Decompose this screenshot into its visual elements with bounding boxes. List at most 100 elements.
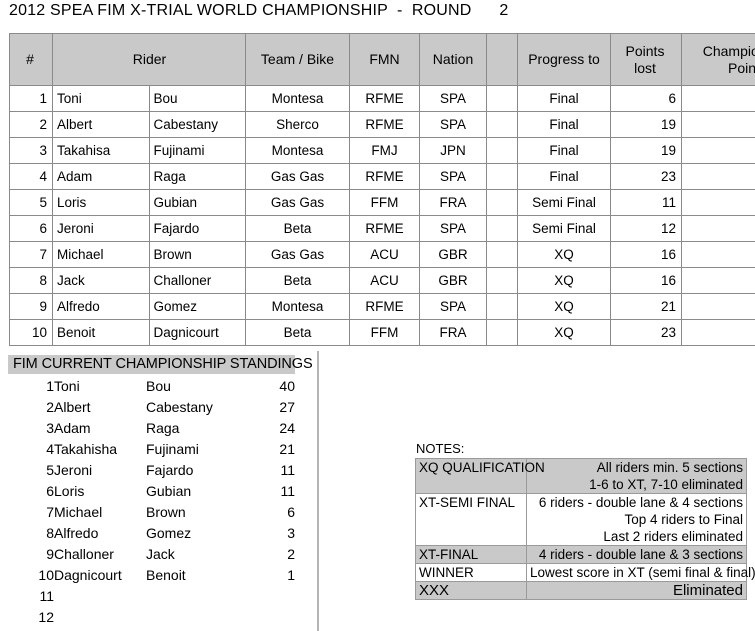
row-team-bike: Montesa [245,137,350,164]
row-blank [486,111,518,138]
notes-winner-line: Lowest score in XT (semi final & final) [526,563,755,582]
notes-xxx-label: XXX [415,581,527,600]
row-points-lost: 12 [610,215,682,242]
row-position: 8 [9,267,53,294]
row-position: 1 [9,85,53,112]
standings-table-body: 1 Toni Bou 40 2 Albert Cabestany 27 3 Adam Raga 24 4… [8,375,295,631]
vertical-divider [317,351,319,631]
row-points-lost: 19 [610,137,682,164]
standings-points [241,606,295,627]
row-points-lost: 23 [610,163,682,190]
list-item: 5 Jeroni Fajardo 11 [8,459,295,480]
row-progress-to: XQ [517,241,611,268]
row-team-bike: Montesa [245,293,350,320]
row-progress-to: XQ [517,267,611,294]
list-item: 13 [8,627,295,631]
standings-position: 11 [39,587,54,604]
standings-last-name: Fujinami [146,440,199,457]
standings-panel: FIM CURRENT CHAMPIONSHIP STANDINGS 1 Toni… [8,355,313,631]
standings-position: 13 [8,627,54,631]
notes-semi-spacer-2 [415,528,527,546]
row-last-name: Fajardo [148,215,246,242]
row-blank [486,163,518,190]
table-row: 5LorisGubianGas GasFFMFRA Semi Final116 [9,189,755,216]
list-item: 4 Takahisha Fujinami 21 [8,438,295,459]
results-table-container: # Rider Team / Bike FMN Nation Progress … [9,33,755,346]
standings-points: 11 [280,461,295,478]
list-item: 2 Albert Cabestany 27 [8,396,295,417]
row-championship-points: 3 [681,241,755,268]
notes-semi-line2: Top 4 riders to Final [526,511,747,528]
row-championship-points: 1 [681,293,755,320]
standings-first-name: Albert [54,398,91,415]
notes-xxx-line: Eliminated [526,581,747,600]
notes-semi-spacer-1 [415,511,527,528]
row-first-name: Albert [52,111,150,138]
header-blank [486,33,518,86]
row-position: 7 [9,241,53,268]
row-last-name: Fujinami [148,137,246,164]
row-championship-points: 1 [681,319,755,346]
list-item: 10 Dagnicourt Benoit 1 [8,564,295,585]
standings-last-name [146,627,241,631]
row-blank [486,189,518,216]
row-progress-to: Final [517,163,611,190]
row-points-lost: 21 [610,293,682,320]
table-row: 3TakahisaFujinamiMontesaFMJJPN Final1912 [9,137,755,164]
standings-header: FIM CURRENT CHAMPIONSHIP STANDINGS [8,355,313,374]
row-team-bike: Gas Gas [245,189,350,216]
standings-position: 5 [46,461,54,478]
row-nation: SPA [419,111,487,138]
standings-first-name [54,585,146,606]
table-row: 8JackChallonerBetaACUGBR XQ162 [9,267,755,294]
results-header-row: # Rider Team / Bike FMN Nation Progress … [9,33,755,86]
row-championship-points: 6 [681,189,755,216]
row-fmn: ACU [349,241,420,268]
standings-points: 24 [279,419,295,436]
row-championship-points: 20 [681,85,755,112]
notes-xq-line2: 1-6 to XT, 7-10 eliminated [526,476,747,494]
row-position: 3 [9,137,53,164]
list-item: 11 [8,585,295,606]
results-table: # Rider Team / Bike FMN Nation Progress … [9,33,755,346]
row-position: 2 [9,111,53,138]
row-position: 5 [9,189,53,216]
table-row: 9AlfredoGomezMontesaRFMESPA XQ211 [9,293,755,320]
notes-row-winner: WINNER Lowest score in XT (semi final & … [415,563,755,582]
standings-points: 21 [279,440,295,457]
standings-last-name: Gubian [146,482,192,499]
list-item: 3 Adam Raga 24 [8,417,295,438]
standings-first-name: Dagnicourt [54,566,122,583]
notes-row-xxx: XXX Eliminated [415,581,747,600]
header-fmn: FMN [349,33,420,86]
row-last-name: Gubian [148,189,246,216]
row-blank [486,85,518,112]
row-first-name: Benoit [52,319,150,346]
list-item: 7 Michael Brown 6 [8,501,295,522]
row-first-name: Jack [52,267,150,294]
results-sheet-page: 2012 SPEA FIM X-TRIAL WORLD CHAMPIONSHIP… [0,0,755,631]
standings-table: 1 Toni Bou 40 2 Albert Cabestany 27 3 Adam Raga 24 4… [8,375,295,631]
row-position: 6 [9,215,53,242]
standings-last-name: Cabestany [146,398,213,415]
standings-points: 3 [287,524,295,541]
standings-points [241,585,295,606]
row-fmn: RFME [349,111,420,138]
standings-position: 4 [46,440,54,457]
row-championship-points: 12 [681,137,755,164]
list-item: 8 Alfredo Gomez 3 [8,522,295,543]
notes-semi-line1: 6 riders - double lane & 4 sections [526,493,747,511]
row-last-name: Gomez [148,293,246,320]
row-progress-to: Semi Final [517,215,611,242]
standings-first-name: Toni [54,377,80,394]
row-fmn: RFME [349,163,420,190]
header-championship-points: Championship Points [681,33,755,86]
standings-position: 12 [38,608,54,625]
table-row: 10BenoitDagnicourtBetaFFMFRA XQ231 [9,319,755,346]
row-position: 10 [9,319,53,346]
standings-first-name [54,627,146,631]
row-first-name: Toni [52,85,150,112]
row-nation: GBR [419,241,487,268]
standings-points: 2 [287,545,295,562]
table-row: 1ToniBouMontesaRFMESPA Final620 [9,85,755,112]
